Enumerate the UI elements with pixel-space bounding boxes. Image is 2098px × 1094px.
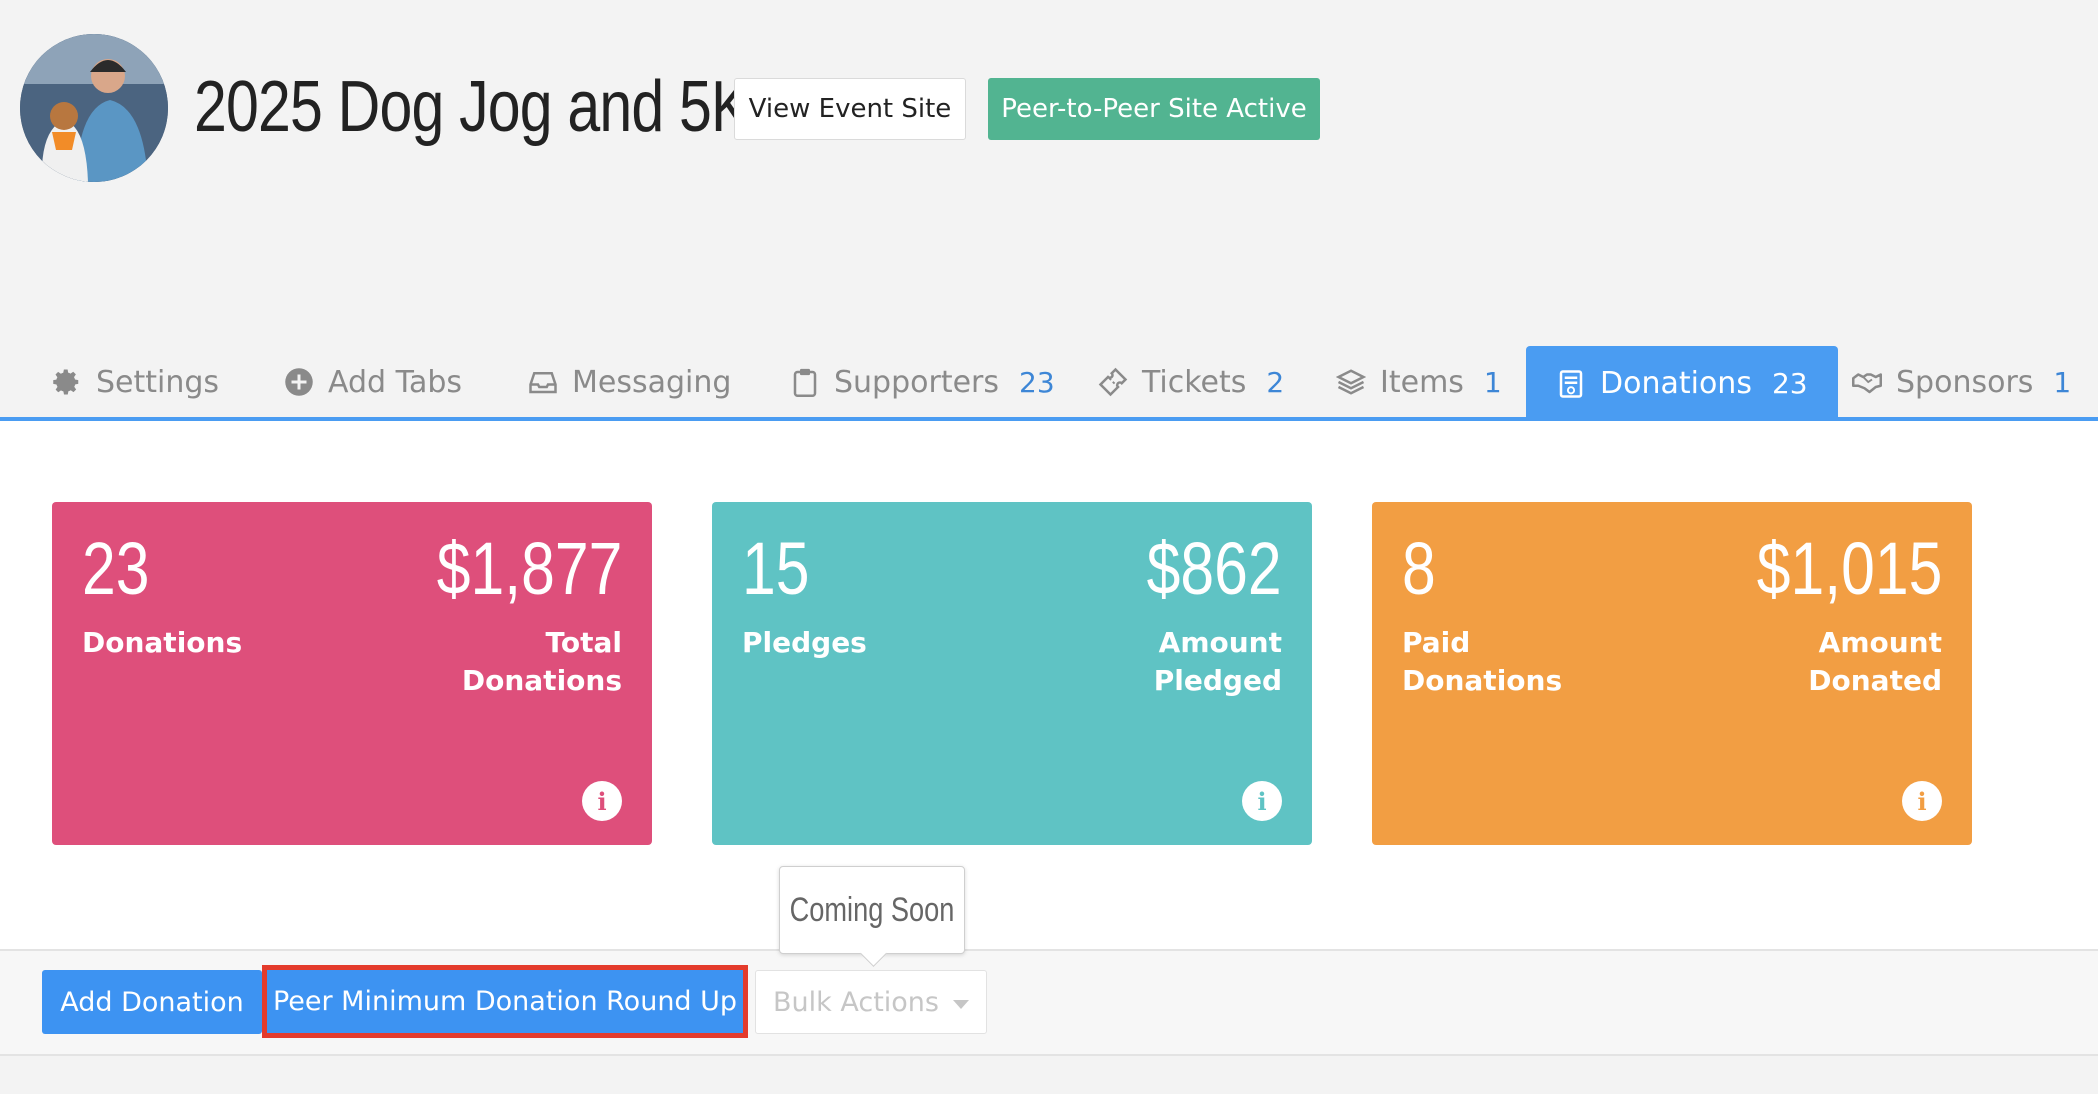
clipboard-icon <box>793 368 817 397</box>
total-donations-amount: $1,877 <box>436 527 622 610</box>
tab-settings[interactable]: Settings <box>52 346 219 418</box>
tab-donations[interactable]: Donations 23 <box>1526 346 1838 421</box>
tab-messaging[interactable]: Messaging <box>528 346 731 418</box>
tab-add-tabs[interactable]: Add Tabs <box>284 346 462 418</box>
plus-circle-icon <box>285 368 313 396</box>
info-icon[interactable]: i <box>1902 781 1942 821</box>
paid-donations-count: 8 <box>1402 527 1436 610</box>
tab-supporters[interactable]: Supporters 23 <box>790 346 1055 418</box>
tab-label: Settings <box>96 364 220 400</box>
tooltip-text: Coming Soon <box>789 890 955 929</box>
donations-count: 23 <box>82 527 150 610</box>
donations-count-label: Donations <box>82 626 243 659</box>
tab-count: 23 <box>1771 367 1808 400</box>
receipt-icon <box>1559 369 1583 398</box>
coming-soon-tooltip: Coming Soon <box>779 866 965 954</box>
total-donations-label: Total Donations <box>461 626 622 697</box>
tab-count: 1 <box>1483 365 1502 399</box>
amount-pledged: $862 <box>1147 527 1282 610</box>
add-donation-button[interactable]: Add Donation <box>42 970 262 1034</box>
peer-minimum-round-up-highlight: Peer Minimum Donation Round Up <box>262 965 748 1038</box>
tab-label: Messaging <box>572 364 732 400</box>
tab-label: Supporters <box>834 364 1000 400</box>
paid-donations-card: 8 $1,015 Paid Donations Amount Donated i <box>1372 502 1972 845</box>
peer-to-peer-status-button[interactable]: Peer-to-Peer Site Active <box>988 78 1320 140</box>
view-event-site-button[interactable]: View Event Site <box>734 78 966 140</box>
amount-pledged-label: Amount Pledged <box>1153 626 1282 697</box>
tab-label: Donations <box>1600 366 1752 401</box>
tab-label: Add Tabs <box>328 364 463 400</box>
peer-minimum-donation-round-up-button[interactable]: Peer Minimum Donation Round Up <box>267 970 743 1033</box>
handshake-icon <box>1852 373 1882 394</box>
tab-tickets[interactable]: Tickets 2 <box>1098 346 1284 418</box>
avatar-image <box>20 34 168 182</box>
info-icon[interactable]: i <box>582 781 622 821</box>
layers-icon <box>1336 369 1366 395</box>
info-icon[interactable]: i <box>1242 781 1282 821</box>
pledges-count: 15 <box>742 527 810 610</box>
pledges-card: 15 $862 Pledges Amount Pledged i <box>712 502 1312 845</box>
amount-donated: $1,015 <box>1756 527 1942 610</box>
inbox-icon <box>529 372 557 394</box>
paid-donations-label: Paid Donations <box>1402 626 1563 697</box>
tab-items[interactable]: Items 1 <box>1336 346 1502 418</box>
gear-icon <box>53 369 79 395</box>
tab-sponsors[interactable]: Sponsors 1 <box>1852 346 2071 418</box>
amount-donated-label: Amount Donated <box>1808 626 1942 697</box>
bulk-actions-label: Bulk Actions <box>773 986 939 1018</box>
caret-down-icon <box>952 999 969 1009</box>
tab-count: 23 <box>1019 365 1055 399</box>
tab-label: Items <box>1380 364 1464 400</box>
ticket-icon <box>1098 367 1128 397</box>
tab-label: Sponsors <box>1896 364 2034 400</box>
tab-label: Tickets <box>1142 364 1247 400</box>
event-title: 2025 Dog Jog and 5Kk <box>194 67 779 147</box>
pledges-count-label: Pledges <box>742 626 867 659</box>
event-avatar <box>20 34 168 182</box>
bulk-actions-dropdown[interactable]: Bulk Actions <box>755 970 987 1034</box>
tab-count: 1 <box>2053 365 2072 399</box>
tab-count: 2 <box>1266 365 1285 399</box>
donations-total-card: 23 $1,877 Donations Total Donations i <box>52 502 652 845</box>
